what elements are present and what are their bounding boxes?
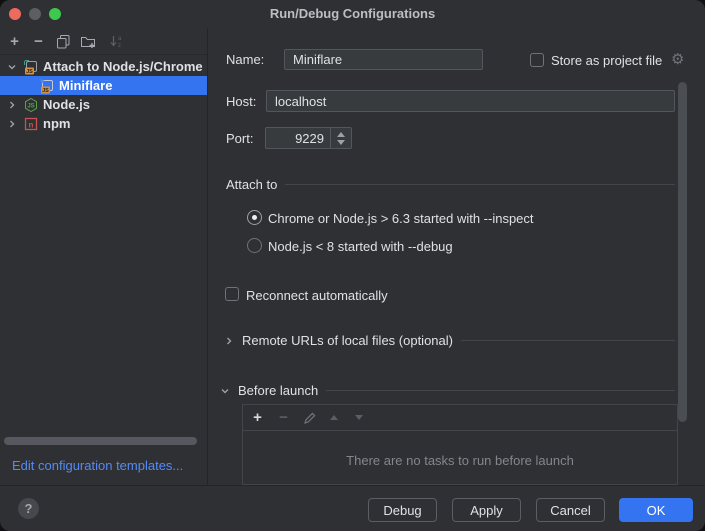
port-spinner[interactable]: 9229 [265,127,352,149]
svg-text:a: a [118,36,122,42]
remote-urls-section-label: Remote URLs of local files (optional) [242,333,453,348]
host-value: localhost [275,94,326,109]
add-task-icon[interactable]: + [249,409,266,426]
port-value: 9229 [266,131,330,146]
cancel-button[interactable]: Cancel [536,498,605,522]
add-configuration-icon[interactable]: + [6,33,23,50]
sidebar-horizontal-scrollbar[interactable] [4,437,197,445]
attach-config-icon: JS [23,59,39,75]
radio-chrome-inspect[interactable] [247,210,262,225]
npm-icon: n [23,116,39,132]
debug-button[interactable]: Debug [368,498,437,522]
pencil-icon [303,411,317,425]
remote-urls-section[interactable]: Remote URLs of local files (optional) [224,333,675,348]
tree-item-label: Miniflare [59,78,112,93]
svg-text:z: z [118,43,121,49]
attach-to-section: Attach to [226,177,675,192]
host-input[interactable]: localhost [266,90,675,112]
gear-icon[interactable]: ⚙ [671,50,684,68]
move-task-up-icon[interactable] [325,409,342,426]
name-label: Name: [226,52,264,67]
configurations-sidebar: + − a z [0,28,208,485]
tree-item-label: Node.js [43,97,90,112]
svg-text:n: n [29,120,34,129]
store-as-project-file-label: Store as project file [551,53,662,68]
increment-icon[interactable] [337,132,345,137]
host-label: Host: [226,94,256,109]
reconnect-automatically-checkbox[interactable] [225,287,239,301]
new-folder-icon[interactable] [79,33,96,50]
tree-item-nodejs[interactable]: JS Node.js [0,95,207,114]
svg-text:JS: JS [26,69,33,75]
svg-text:JS: JS [42,88,49,94]
chevron-right-icon[interactable] [224,336,234,346]
ok-button[interactable]: OK [619,498,693,522]
remove-configuration-icon[interactable]: − [30,33,47,50]
chevron-down-icon[interactable] [6,62,18,72]
radio-node-debug[interactable] [247,238,262,253]
before-launch-panel: + − There are no tasks to run before la [242,404,678,485]
sidebar-toolbar: + − a z [0,28,207,55]
help-button[interactable]: ? [18,498,39,519]
chevron-right-icon[interactable] [6,100,18,110]
name-input[interactable]: Miniflare [284,49,483,70]
radio-chrome-inspect-label: Chrome or Node.js > 6.3 started with --i… [268,211,534,226]
section-separator [326,390,675,391]
attach-config-icon: JS [39,78,55,94]
tree-item-miniflare[interactable]: JS Miniflare [0,76,207,95]
chevron-down-icon[interactable] [220,386,230,396]
sort-az-icon: a z [109,34,124,49]
configurations-tree: JS Attach to Node.js/Chrome JS Min [0,57,207,133]
folder-plus-icon [80,34,96,49]
title-bar: Run/Debug Configurations [0,0,705,28]
form-vertical-scrollbar[interactable] [678,82,687,422]
edit-task-icon[interactable] [301,409,318,426]
decrement-icon[interactable] [337,140,345,145]
run-debug-configurations-dialog: Run/Debug Configurations + − [0,0,705,531]
tree-item-label: npm [43,116,70,131]
tree-item-attach-to-nodejs-chrome[interactable]: JS Attach to Node.js/Chrome [0,57,207,76]
section-separator [461,340,675,341]
tree-item-npm[interactable]: n npm [0,114,207,133]
reconnect-automatically-label: Reconnect automatically [246,288,388,303]
before-launch-empty-text: There are no tasks to run before launch [243,453,677,468]
port-label: Port: [226,131,253,146]
sort-configurations-icon[interactable]: a z [108,33,125,50]
remove-task-icon[interactable]: − [275,409,292,426]
move-task-down-icon[interactable] [350,409,367,426]
name-value: Miniflare [293,52,342,67]
chevron-right-icon[interactable] [6,119,18,129]
svg-text:JS: JS [27,103,34,109]
before-launch-section[interactable]: Before launch [220,383,675,398]
attach-to-section-label: Attach to [226,177,277,192]
port-stepper[interactable] [330,128,351,148]
copy-configuration-icon[interactable] [55,33,72,50]
radio-node-debug-label: Node.js < 8 started with --debug [268,239,453,254]
dialog-title: Run/Debug Configurations [0,6,705,21]
section-separator [285,184,675,185]
copy-icon [56,34,71,49]
dialog-footer: ? Debug Apply Cancel OK [0,485,705,531]
store-as-project-file-checkbox[interactable] [530,53,544,67]
tree-item-label: Attach to Node.js/Chrome [43,59,203,74]
configuration-form: Name: Miniflare Store as project file ⚙ … [208,28,705,485]
edit-configuration-templates-link[interactable]: Edit configuration templates... [12,458,183,473]
apply-button[interactable]: Apply [452,498,521,522]
before-launch-toolbar: + − [243,405,677,431]
nodejs-icon: JS [23,97,39,113]
before-launch-section-label: Before launch [238,383,318,398]
